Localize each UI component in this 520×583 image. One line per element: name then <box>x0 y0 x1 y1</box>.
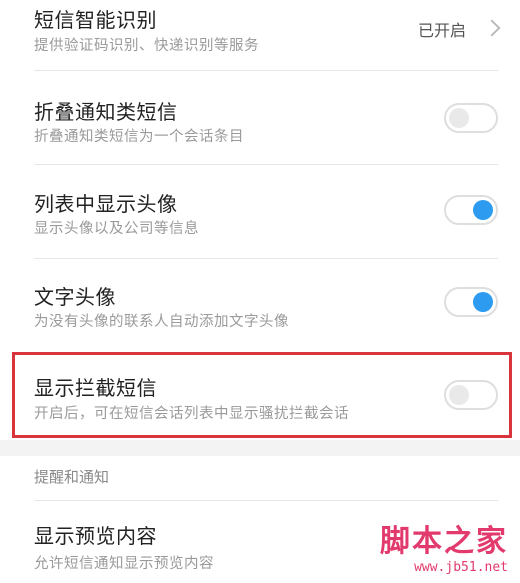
setting-title: 折叠通知类短信 <box>34 100 178 124</box>
section-header: 提醒和通知 <box>34 468 110 486</box>
chevron-right-icon <box>483 19 501 37</box>
text-avatar-toggle[interactable] <box>444 287 498 317</box>
watermark-logo: 脚本之家 <box>380 524 508 559</box>
setting-row-show-avatar: 列表中显示头像 显示头像以及公司等信息 <box>0 166 520 258</box>
watermark-url: www.jb51.net <box>414 560 508 575</box>
setting-subtitle: 提供验证码识别、快递识别等服务 <box>34 38 259 54</box>
setting-subtitle: 折叠通知类短信为一个会话条目 <box>34 129 244 145</box>
watermark: 脚本之家 www.jb51.net <box>380 516 508 575</box>
fold-notifications-toggle[interactable] <box>444 103 498 133</box>
divider <box>34 70 498 71</box>
setting-row-text-avatar: 文字头像 为没有头像的联系人自动添加文字头像 <box>0 260 520 350</box>
toggle-knob <box>473 200 493 220</box>
divider <box>34 164 498 165</box>
setting-title: 短信智能识别 <box>34 8 157 32</box>
setting-row-smart-recognition[interactable]: 短信智能识别 提供验证码识别、快递识别等服务 已开启 <box>0 0 520 68</box>
setting-title: 列表中显示头像 <box>34 192 178 216</box>
setting-subtitle: 显示头像以及公司等信息 <box>34 221 199 237</box>
section-spacer <box>0 440 520 456</box>
setting-subtitle: 为没有头像的联系人自动添加文字头像 <box>34 314 289 330</box>
show-avatar-toggle[interactable] <box>444 195 498 225</box>
setting-title: 显示预览内容 <box>34 524 157 548</box>
highlight-box <box>12 352 512 438</box>
setting-row-fold-notifications: 折叠通知类短信 折叠通知类短信为一个会话条目 <box>0 72 520 164</box>
status-text: 已开启 <box>417 21 466 40</box>
divider <box>34 258 498 259</box>
setting-subtitle: 允许短信通知显示预览内容 <box>34 556 214 572</box>
divider <box>34 500 498 501</box>
toggle-knob <box>473 292 493 312</box>
toggle-knob <box>449 108 469 128</box>
setting-title: 文字头像 <box>34 285 116 309</box>
